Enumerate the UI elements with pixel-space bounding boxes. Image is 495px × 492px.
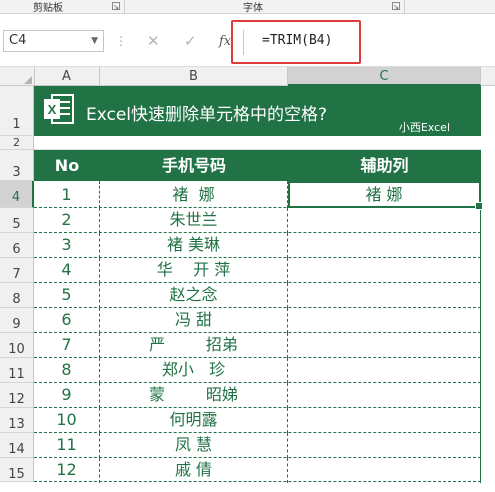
row-header-3[interactable]: 3 (0, 150, 34, 181)
row-header-8[interactable]: 8 (0, 283, 34, 308)
ribbon-separator (404, 0, 405, 13)
cell-no[interactable]: 11 (34, 433, 100, 458)
column-header-row: A B C (0, 66, 495, 86)
row-header-14[interactable]: 14 (0, 433, 34, 458)
row-header-2[interactable]: 2 (0, 136, 34, 150)
row-header-5[interactable]: 5 (0, 208, 34, 233)
cell-helper[interactable] (288, 383, 481, 408)
cell-no[interactable]: 5 (34, 283, 100, 308)
cell-helper[interactable] (288, 283, 481, 308)
cancel-icon[interactable]: ✕ (147, 32, 160, 50)
table-row: 11 凤 慧 (34, 433, 481, 458)
name-box[interactable]: C4 ▼ (3, 30, 104, 52)
cell-no[interactable]: 10 (34, 408, 100, 433)
column-header-b[interactable]: B (100, 67, 288, 86)
cell-name[interactable]: 褚 娜 (100, 181, 288, 208)
row-header-15[interactable]: 15 (0, 458, 34, 482)
row-header-9[interactable]: 9 (0, 308, 34, 333)
table-row: 2 朱世兰 (34, 208, 481, 233)
title-banner[interactable]: X Excel快速删除单元格中的空格? 小西Excel (34, 86, 481, 136)
cell-helper[interactable] (288, 208, 481, 233)
row-header-6[interactable]: 6 (0, 233, 34, 258)
column-header-a[interactable]: A (34, 67, 100, 86)
banner-subtitle: 小西Excel (398, 121, 450, 134)
table-row: 6 冯 甜 (34, 308, 481, 333)
table-row: 8 郑小 珍 (34, 358, 481, 383)
cell-helper[interactable] (288, 333, 481, 358)
row-header-4[interactable]: 4 (0, 181, 34, 208)
select-all-icon (24, 76, 32, 84)
header-helper[interactable]: 辅助列 (288, 150, 481, 181)
row-header-7[interactable]: 7 (0, 258, 34, 283)
cell-name[interactable]: 褚 美琳 (100, 233, 288, 258)
select-all-corner[interactable] (0, 67, 35, 86)
row-header-10[interactable]: 10 (0, 333, 34, 358)
ribbon-strip: 剪贴板 ↘ 字体 ↘ (0, 0, 495, 14)
font-launcher-icon[interactable]: ↘ (392, 2, 400, 11)
cell-name[interactable]: 冯 甜 (100, 308, 288, 333)
table-row: 10 何明露 (34, 408, 481, 433)
cell-no[interactable]: 4 (34, 258, 100, 283)
cell-helper[interactable] (288, 358, 481, 383)
header-no[interactable]: No (34, 150, 100, 181)
excel-logo-icon: X (44, 94, 74, 124)
cell-no[interactable]: 8 (34, 358, 100, 383)
fx-icon[interactable]: fx (219, 34, 231, 49)
ribbon-separator (124, 0, 125, 13)
cell-no[interactable]: 2 (34, 208, 100, 233)
svg-text:X: X (48, 102, 57, 117)
cell-helper[interactable] (288, 233, 481, 258)
ribbon-group-clipboard: 剪贴板 (33, 3, 63, 14)
cell-no[interactable]: 7 (34, 333, 100, 358)
cell-name[interactable]: 戚 倩 (100, 458, 288, 483)
ribbon-group-font: 字体 (243, 3, 263, 14)
row-header-12[interactable]: 12 (0, 383, 34, 408)
cell-helper[interactable] (288, 258, 481, 283)
cell-helper[interactable]: 褚 娜 (288, 181, 481, 208)
sheet-right-area[interactable] (481, 86, 495, 482)
cell-name[interactable]: 何明露 (100, 408, 288, 433)
header-phone[interactable]: 手机号码 (100, 150, 288, 181)
row-header-11[interactable]: 11 (0, 358, 34, 383)
table-row: 9 蒙 昭娣 (34, 383, 481, 408)
row-header-1[interactable]: 1 (0, 86, 34, 136)
cell-name[interactable]: 郑小 珍 (100, 358, 288, 383)
table-row: 7 严 招弟 (34, 333, 481, 358)
table-row: 5 赵之念 (34, 283, 481, 308)
cell-no[interactable]: 9 (34, 383, 100, 408)
cell-helper[interactable] (288, 308, 481, 333)
table-row: 12 戚 倩 (34, 458, 481, 483)
table-header: No 手机号码 辅助列 (34, 150, 481, 181)
enter-icon[interactable]: ✓ (184, 32, 197, 50)
cell-name[interactable]: 严 招弟 (100, 333, 288, 358)
formula-highlight-box (231, 20, 361, 64)
table-row: 3 褚 美琳 (34, 233, 481, 258)
clipboard-launcher-icon[interactable]: ↘ (112, 2, 120, 11)
name-box-value: C4 (9, 33, 27, 48)
cell-name[interactable]: 赵之念 (100, 283, 288, 308)
cell-no[interactable]: 6 (34, 308, 100, 333)
cell-helper[interactable] (288, 458, 481, 483)
cell-no[interactable]: 12 (34, 458, 100, 483)
table-row: 1 褚 娜 褚 娜 (34, 181, 481, 208)
column-header-c[interactable]: C (288, 67, 481, 86)
row-header-13[interactable]: 13 (0, 408, 34, 433)
more-options-icon[interactable]: ⋮ (115, 34, 127, 48)
cell-no[interactable]: 1 (34, 181, 100, 208)
cell-no[interactable]: 3 (34, 233, 100, 258)
cell-name[interactable]: 华 开 萍 (100, 258, 288, 283)
chevron-down-icon[interactable]: ▼ (91, 31, 98, 51)
cell-name[interactable]: 朱世兰 (100, 208, 288, 233)
cell-helper[interactable] (288, 408, 481, 433)
cell-name[interactable]: 凤 慧 (100, 433, 288, 458)
cell-helper[interactable] (288, 433, 481, 458)
table-row: 4 华 开 萍 (34, 258, 481, 283)
cell-name[interactable]: 蒙 昭娣 (100, 383, 288, 408)
banner-title: Excel快速删除单元格中的空格? (86, 105, 328, 125)
